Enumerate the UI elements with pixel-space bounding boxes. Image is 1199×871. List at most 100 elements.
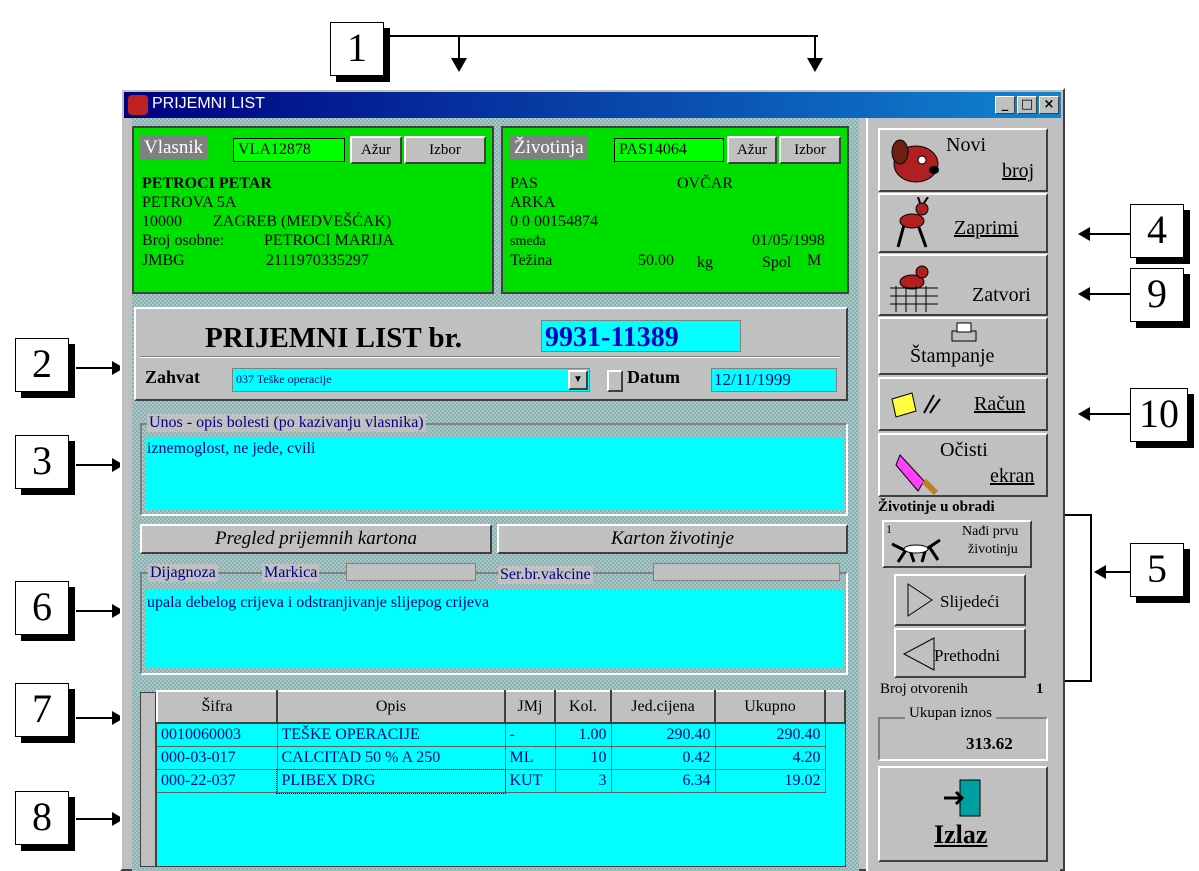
vaccine-label: Ser.br.vakcine [498, 566, 593, 584]
col-header-sifra[interactable]: Šifra [156, 690, 278, 724]
cell-jmj[interactable]: - [505, 723, 556, 747]
maximize-button[interactable]: □ [1017, 96, 1037, 114]
date-label: Datum [627, 367, 680, 387]
table-row[interactable]: 0010060003 TEŠKE OPERACIJE - 1.00 290.40… [157, 723, 845, 747]
print-button[interactable]: Štampanje [878, 317, 1048, 375]
clear-screen-button[interactable]: Očisti ekran [878, 433, 1048, 497]
printer-icon [951, 322, 977, 342]
callout-1: 1 [330, 22, 384, 76]
admit-label-text: Zaprimi [954, 217, 1019, 239]
complaint-text: iznemoglost, ne jede, cvili [147, 440, 316, 457]
cell-jed-cijena[interactable]: 6.34 [611, 769, 716, 793]
cell-ukupno[interactable]: 290.40 [715, 723, 826, 747]
new-number-line1: Novi [946, 134, 986, 156]
arrow-left-icon [1078, 227, 1090, 241]
play-right-icon [907, 583, 933, 617]
arrow-line [76, 367, 116, 369]
cell-empty [825, 770, 845, 793]
marker-field[interactable] [346, 563, 476, 581]
animal-name: ARKA [510, 194, 556, 211]
animal-azur-button[interactable]: Ažur [727, 136, 777, 164]
invoice-button[interactable]: Račun [878, 377, 1048, 431]
cell-jed-cijena[interactable]: 290.40 [611, 723, 716, 747]
arrow-down-icon [807, 58, 823, 72]
cell-ukupno[interactable]: 4.20 [715, 746, 826, 770]
table-row[interactable]: 000-22-037 PLIBEX DRG KUT 3 6.34 19.02 [157, 768, 845, 794]
vaccine-field[interactable] [653, 563, 840, 581]
owner-azur-button[interactable]: Ažur [350, 136, 402, 164]
chevron-down-icon[interactable]: ▼ [568, 370, 588, 390]
invoice-label-text: Račun [974, 393, 1026, 415]
cell-sifra[interactable]: 0010060003 [157, 723, 278, 747]
minimize-button[interactable]: _ [995, 96, 1015, 114]
cell-jmj[interactable]: ML [505, 746, 556, 770]
cell-opis[interactable]: TEŠKE OPERACIJE [277, 723, 506, 747]
col-header-extra [824, 690, 846, 724]
play-left-icon [902, 637, 935, 671]
col-header-jed-cijena[interactable]: Jed.cijena [610, 690, 716, 724]
tab-review[interactable]: Pregled prijemnih kartona [140, 524, 492, 554]
new-number-line2: broj [1002, 160, 1035, 182]
close-case-label: Zatvori [972, 284, 1031, 306]
close-case-button[interactable]: Zatvori [878, 254, 1048, 316]
animal-weight-unit: kg [697, 254, 713, 271]
marker-label: Markica [262, 564, 320, 582]
owner-postcode: 10000 [142, 213, 182, 230]
cell-opis[interactable]: CALCITAD 50 % A 250 [277, 746, 506, 770]
owner-title: Vlasnik [140, 136, 208, 160]
cell-sifra[interactable]: 000-22-037 [157, 769, 278, 793]
arrow-line [1104, 571, 1130, 573]
clear-screen-line1: Očisti [940, 439, 988, 461]
owner-code-field[interactable]: VLA12878 [233, 138, 345, 162]
cell-empty [825, 723, 845, 747]
prev-button[interactable]: Prethodni [894, 628, 1026, 678]
col-header-ukupno[interactable]: Ukupno [714, 690, 826, 724]
owner-contact-label: Broj osobne: [142, 232, 225, 249]
clear-screen-line2: ekran [990, 465, 1035, 487]
animal-species: PAS [510, 175, 538, 192]
tab-card[interactable]: Karton životinje [497, 524, 848, 554]
close-button[interactable]: × [1039, 96, 1059, 114]
animal-breed: OVČAR [677, 175, 734, 192]
table-header-row: Šifra Opis JMj Kol. Jed.cijena Ukupno [156, 690, 846, 724]
new-number-button[interactable]: Novi broj [878, 128, 1048, 192]
items-table: Šifra Opis JMj Kol. Jed.cijena Ukupno 00… [156, 690, 846, 794]
procedure-value: 037 Teške operacije [236, 372, 332, 386]
callout-10: 10 [1130, 388, 1188, 442]
arrow-left-icon [1094, 565, 1106, 579]
callout-2: 2 [15, 338, 69, 392]
cell-jmj[interactable]: KUT [505, 769, 556, 793]
arrow-left-icon [1078, 407, 1090, 421]
next-label: Slijedeći [940, 592, 1000, 611]
owner-city: ZAGREB (MEDVEŠĆAK) [213, 213, 392, 230]
sheet-number: 9931-11389 [545, 322, 679, 353]
arrow-down-icon [451, 58, 467, 72]
col-header-jmj[interactable]: JMj [504, 690, 556, 724]
callout-1-line [388, 35, 818, 37]
cell-kol[interactable]: 10 [555, 746, 612, 770]
cell-sifra[interactable]: 000-03-017 [157, 746, 278, 770]
callout-7: 7 [15, 683, 69, 737]
date-toggle-button[interactable] [607, 370, 623, 392]
col-header-opis[interactable]: Opis [276, 690, 506, 724]
callout-5: 5 [1130, 543, 1184, 597]
title-bar[interactable]: PRIJEMNI LIST _ □ × [124, 92, 1061, 118]
admit-button[interactable]: Zaprimi [878, 193, 1048, 253]
running-dog-icon [891, 538, 941, 563]
cell-jed-cijena[interactable]: 0.42 [611, 746, 716, 770]
owner-izbor-button[interactable]: Izbor [404, 136, 486, 164]
table-row[interactable]: 000-03-017 CALCITAD 50 % A 250 ML 10 0.4… [157, 746, 845, 770]
cell-kol[interactable]: 3 [555, 769, 612, 793]
next-button[interactable]: Slijedeći [894, 574, 1026, 626]
col-header-kol[interactable]: Kol. [554, 690, 612, 724]
find-first-button[interactable]: 1 Nađi prvu životinju [882, 520, 1032, 568]
animal-izbor-button[interactable]: Izbor [779, 136, 841, 164]
bracket-vertical [1090, 514, 1092, 682]
arrow-line [76, 818, 116, 820]
cell-opis[interactable]: PLIBEX DRG [276, 768, 506, 794]
exit-button[interactable]: Izlaz [878, 766, 1048, 862]
table-left-scrollbar[interactable] [140, 692, 156, 867]
animal-code-field[interactable]: PAS14064 [614, 138, 724, 162]
cell-kol[interactable]: 1.00 [555, 723, 612, 747]
cell-ukupno[interactable]: 19.02 [715, 769, 826, 793]
